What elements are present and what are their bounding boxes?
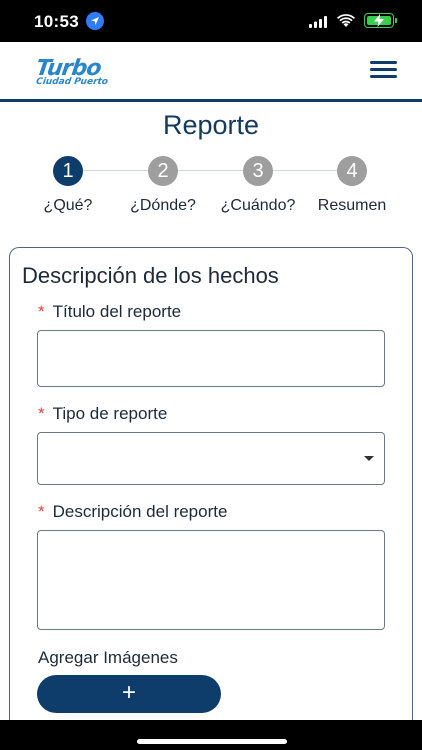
home-indicator[interactable]: [137, 739, 287, 744]
location-icon: [86, 12, 104, 30]
status-time: 10:53: [34, 12, 79, 31]
step-2-circle[interactable]: 2: [148, 156, 178, 186]
title-field-label: * Título del reporte: [38, 302, 181, 322]
required-marker: *: [38, 502, 45, 521]
type-field-label-text: Tipo de reporte: [52, 404, 168, 423]
required-marker: *: [38, 302, 45, 321]
images-label: Agregar Imágenes: [38, 648, 178, 667]
description-textarea[interactable]: [37, 530, 385, 630]
charging-bolt-icon: [374, 14, 384, 27]
status-bar: 10:53: [0, 0, 422, 42]
turbo-logo[interactable]: Turbo Ciudad Puerto: [34, 56, 116, 92]
section-title: Descripción de los hechos: [22, 263, 279, 288]
title-field-label-text: Título del reporte: [52, 302, 182, 321]
step-1-label: ¿Qué?: [43, 197, 93, 214]
signal-icon: [309, 16, 327, 28]
type-field-label: * Tipo de reporte: [38, 404, 167, 424]
app-header: Turbo Ciudad Puerto: [0, 42, 422, 102]
step-2-label: ¿Dónde?: [130, 197, 196, 214]
description-field-label: * Descripción del reporte: [38, 502, 227, 522]
type-select[interactable]: [37, 432, 385, 485]
description-field-label-text: Descripción del reporte: [52, 502, 228, 521]
add-image-button[interactable]: +: [37, 675, 221, 713]
wifi-icon: [337, 14, 355, 27]
step-3-label: ¿Cuándo?: [220, 197, 296, 214]
step-4-label: Resumen: [317, 197, 387, 214]
required-marker: *: [38, 404, 45, 423]
step-1-circle[interactable]: 1: [53, 156, 83, 186]
stepper-line: [68, 170, 352, 171]
dropdown-caret-icon: [364, 456, 374, 461]
step-3-circle[interactable]: 3: [243, 156, 273, 186]
title-input[interactable]: [37, 330, 385, 387]
report-form-card: Descripción de los hechos * Título del re…: [9, 247, 413, 727]
logo-sub-text: Ciudad Puerto: [35, 77, 109, 87]
battery-nub: [395, 18, 397, 23]
hamburger-menu-icon[interactable]: [370, 61, 397, 81]
home-indicator-area: [0, 720, 422, 750]
page-title: Reporte: [162, 110, 260, 140]
step-4-circle[interactable]: 4: [337, 156, 367, 186]
